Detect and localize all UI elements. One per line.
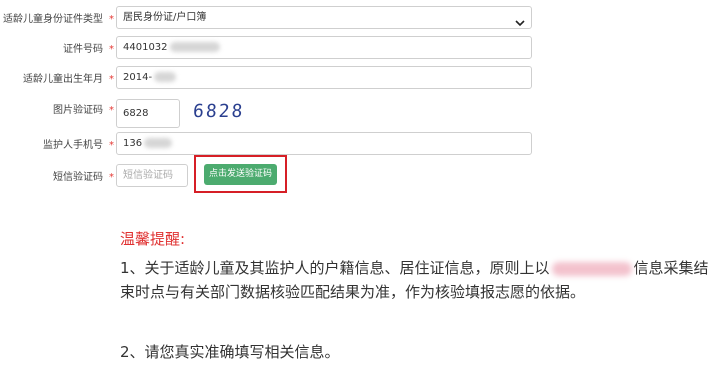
notice-title: 温馨提醒: bbox=[120, 230, 186, 248]
phone-value: 136 bbox=[123, 138, 143, 149]
required-mark: * bbox=[109, 172, 114, 183]
notice-p1-before: 1、关于适龄儿童及其监护人的户籍信息、居住证信息，原则上以 bbox=[120, 259, 550, 277]
id-number-value: 4401032 bbox=[123, 42, 168, 53]
sms-code-placeholder: 短信验证码 bbox=[123, 170, 173, 181]
required-mark: * bbox=[109, 14, 114, 25]
notice-paragraph-1: 1、关于适龄儿童及其监护人的户籍信息、居住证信息，原则上以 信息采集结束时点与有关… bbox=[120, 256, 715, 304]
chevron-down-icon bbox=[515, 14, 525, 28]
redacted-blur bbox=[551, 261, 632, 276]
captcha-value: 6828 bbox=[123, 108, 149, 119]
phone-label: 监护人手机号 * bbox=[43, 140, 114, 151]
id-number-input[interactable]: 4401032 bbox=[116, 36, 532, 59]
notice-paragraph-2: 2、请您真实准确填写相关信息。 bbox=[120, 343, 340, 361]
id-type-label: 适龄儿童身份证件类型 * bbox=[3, 14, 114, 25]
required-mark: * bbox=[109, 140, 114, 151]
redacted-blur bbox=[154, 72, 177, 82]
redacted-blur bbox=[144, 138, 173, 148]
birth-label: 适龄儿童出生年月 * bbox=[23, 74, 114, 85]
phone-input[interactable]: 136 bbox=[116, 132, 532, 155]
captcha-image[interactable]: 6828 bbox=[192, 101, 245, 122]
id-number-label: 证件号码 * bbox=[63, 44, 114, 55]
send-sms-code-button[interactable]: 点击发送验证码 bbox=[204, 164, 277, 185]
required-mark: * bbox=[109, 44, 114, 55]
required-mark: * bbox=[109, 105, 114, 116]
captcha-input[interactable]: 6828 bbox=[116, 99, 180, 128]
captcha-label: 图片验证码 * bbox=[53, 105, 114, 116]
required-mark: * bbox=[109, 74, 114, 85]
id-type-value: 居民身份证/户口簿 bbox=[123, 12, 207, 23]
redacted-blur bbox=[169, 42, 220, 52]
birth-value: 2014- bbox=[123, 72, 153, 83]
sms-code-input[interactable]: 短信验证码 bbox=[116, 164, 188, 187]
id-type-select[interactable]: 居民身份证/户口簿 bbox=[116, 6, 532, 29]
birth-input[interactable]: 2014- bbox=[116, 66, 532, 89]
sms-label: 短信验证码 * bbox=[53, 172, 114, 183]
